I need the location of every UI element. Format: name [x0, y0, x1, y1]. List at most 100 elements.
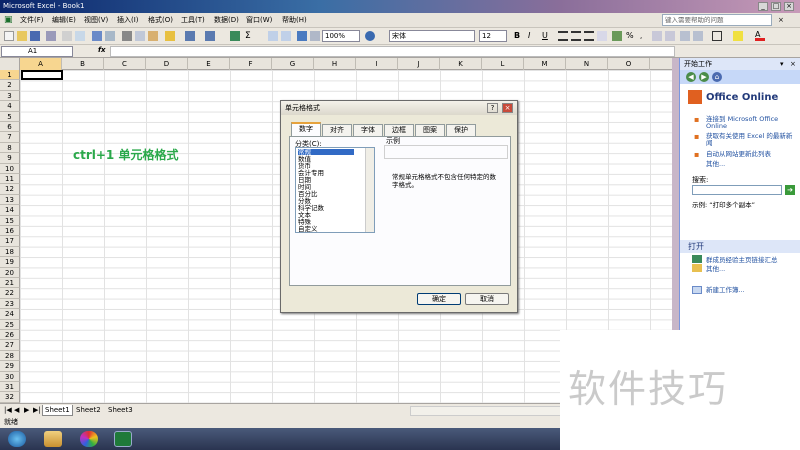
sort-descending-icon[interactable] — [281, 31, 291, 41]
ok-button[interactable]: 确定 — [417, 293, 461, 305]
menu-format[interactable]: 格式(O) — [148, 15, 173, 26]
row-header[interactable]: 31 — [0, 382, 20, 393]
excel-taskbar-icon[interactable] — [114, 431, 132, 447]
column-header[interactable]: I — [356, 58, 398, 70]
currency-icon[interactable] — [612, 31, 622, 41]
row-header[interactable]: 7 — [0, 132, 20, 143]
forward-icon[interactable]: ▶ — [699, 72, 709, 82]
row-header[interactable]: 25 — [0, 319, 20, 330]
open-item-link[interactable]: 群成员经验主页链接汇总 — [706, 257, 798, 264]
tab-border[interactable]: 边框 — [384, 124, 414, 136]
dialog-close-button[interactable]: × — [502, 103, 513, 113]
help-search-input[interactable]: 键入需要帮助的问题 — [662, 14, 772, 26]
paste-icon[interactable] — [148, 31, 158, 41]
column-header[interactable]: D — [146, 58, 188, 70]
row-header[interactable]: 17 — [0, 236, 20, 247]
font-select[interactable]: 宋体 — [389, 30, 475, 42]
link-latest-news[interactable]: 获取有关使用 Excel 的最新新闻 — [706, 133, 798, 147]
research-icon[interactable] — [105, 31, 115, 41]
last-sheet-icon[interactable]: ▶| — [31, 405, 43, 416]
help-icon[interactable] — [365, 31, 375, 41]
row-header[interactable]: 12 — [0, 184, 20, 195]
align-left-icon[interactable] — [558, 31, 568, 41]
explorer-icon[interactable] — [44, 431, 62, 447]
link-auto-update[interactable]: 自动从网站更新此列表 — [706, 151, 798, 158]
redo-icon[interactable] — [205, 31, 215, 41]
column-header[interactable]: J — [398, 58, 440, 70]
save-icon[interactable] — [30, 31, 40, 41]
menu-tools[interactable]: 工具(T) — [181, 15, 205, 26]
copy-icon[interactable] — [135, 31, 145, 41]
row-header[interactable]: 22 — [0, 288, 20, 299]
decrease-decimal-icon[interactable] — [665, 31, 675, 41]
format-painter-icon[interactable] — [165, 31, 175, 41]
row-header[interactable]: 30 — [0, 371, 20, 382]
row-header[interactable]: 32 — [0, 392, 20, 403]
tab-alignment[interactable]: 对齐 — [322, 124, 352, 136]
category-list[interactable]: 常规 数值 货币 会计专用 日期 时间 百分比 分数 科学记数 文本 特殊 自定… — [295, 147, 375, 233]
drawing-icon[interactable] — [310, 31, 320, 41]
borders-icon[interactable] — [712, 31, 722, 41]
sheet-tab-1[interactable]: Sheet1 — [42, 405, 73, 416]
close-pane-icon[interactable]: × — [790, 58, 796, 70]
column-header[interactable]: G — [272, 58, 314, 70]
increase-indent-icon[interactable] — [693, 31, 703, 41]
font-color-icon[interactable]: A — [755, 31, 765, 41]
tab-number[interactable]: 数字 — [291, 122, 321, 137]
column-header[interactable]: A — [20, 58, 62, 70]
row-header[interactable]: 4 — [0, 101, 20, 112]
open-more-link[interactable]: 其他... — [706, 266, 798, 273]
print-preview-icon[interactable] — [75, 31, 85, 41]
print-icon[interactable] — [62, 31, 72, 41]
italic-button[interactable]: I — [528, 31, 538, 41]
percent-icon[interactable]: % — [626, 31, 636, 41]
spelling-icon[interactable] — [92, 31, 102, 41]
autosum-icon[interactable]: Σ — [245, 31, 255, 41]
row-header[interactable]: 10 — [0, 163, 20, 174]
row-header[interactable]: 23 — [0, 298, 20, 310]
menu-data[interactable]: 数据(D) — [214, 15, 239, 26]
bold-button[interactable]: B — [514, 31, 524, 41]
tab-font[interactable]: 字体 — [353, 124, 383, 136]
row-header[interactable]: 26 — [0, 330, 20, 341]
active-cell-a1[interactable] — [21, 70, 63, 80]
open-icon[interactable] — [17, 31, 27, 41]
menu-view[interactable]: 视图(V) — [84, 15, 108, 26]
row-header[interactable]: 20 — [0, 267, 20, 278]
row-header[interactable]: 29 — [0, 361, 20, 372]
align-center-icon[interactable] — [571, 31, 581, 41]
maximize-button[interactable]: □ — [771, 2, 781, 11]
row-header[interactable]: 15 — [0, 215, 20, 226]
sheet-tab-2[interactable]: Sheet2 — [74, 405, 103, 416]
browser-icon[interactable] — [80, 431, 98, 447]
menu-window[interactable]: 窗口(W) — [246, 15, 272, 26]
minimize-button[interactable]: _ — [758, 2, 768, 11]
column-header[interactable]: H — [314, 58, 356, 70]
menu-edit[interactable]: 编辑(E) — [52, 15, 76, 26]
row-header[interactable]: 27 — [0, 340, 20, 351]
font-size-select[interactable]: 12 — [479, 30, 507, 42]
link-connect-office-online[interactable]: 连接到 Microsoft Office Online — [706, 116, 798, 130]
chart-wizard-icon[interactable] — [297, 31, 307, 41]
row-header[interactable]: 2 — [0, 80, 20, 91]
close-button[interactable]: × — [784, 2, 794, 11]
sort-ascending-icon[interactable] — [268, 31, 278, 41]
link-more[interactable]: 其他... — [706, 161, 798, 168]
column-header[interactable]: M — [524, 58, 566, 70]
increase-decimal-icon[interactable] — [652, 31, 662, 41]
hyperlink-icon[interactable] — [230, 31, 240, 41]
column-header[interactable]: C — [104, 58, 146, 70]
menu-insert[interactable]: 插入(I) — [117, 15, 139, 26]
cut-icon[interactable] — [122, 31, 132, 41]
column-header[interactable]: L — [482, 58, 524, 70]
column-header[interactable]: F — [230, 58, 272, 70]
row-header[interactable]: 13 — [0, 194, 20, 206]
column-header[interactable]: O — [608, 58, 650, 70]
search-input[interactable] — [692, 185, 782, 195]
row-header[interactable]: 11 — [0, 174, 20, 185]
cancel-button[interactable]: 取消 — [465, 293, 509, 305]
tab-protection[interactable]: 保护 — [446, 124, 476, 136]
back-icon[interactable]: ◀ — [686, 72, 696, 82]
start-button-icon[interactable] — [8, 431, 26, 447]
undo-icon[interactable] — [185, 31, 195, 41]
